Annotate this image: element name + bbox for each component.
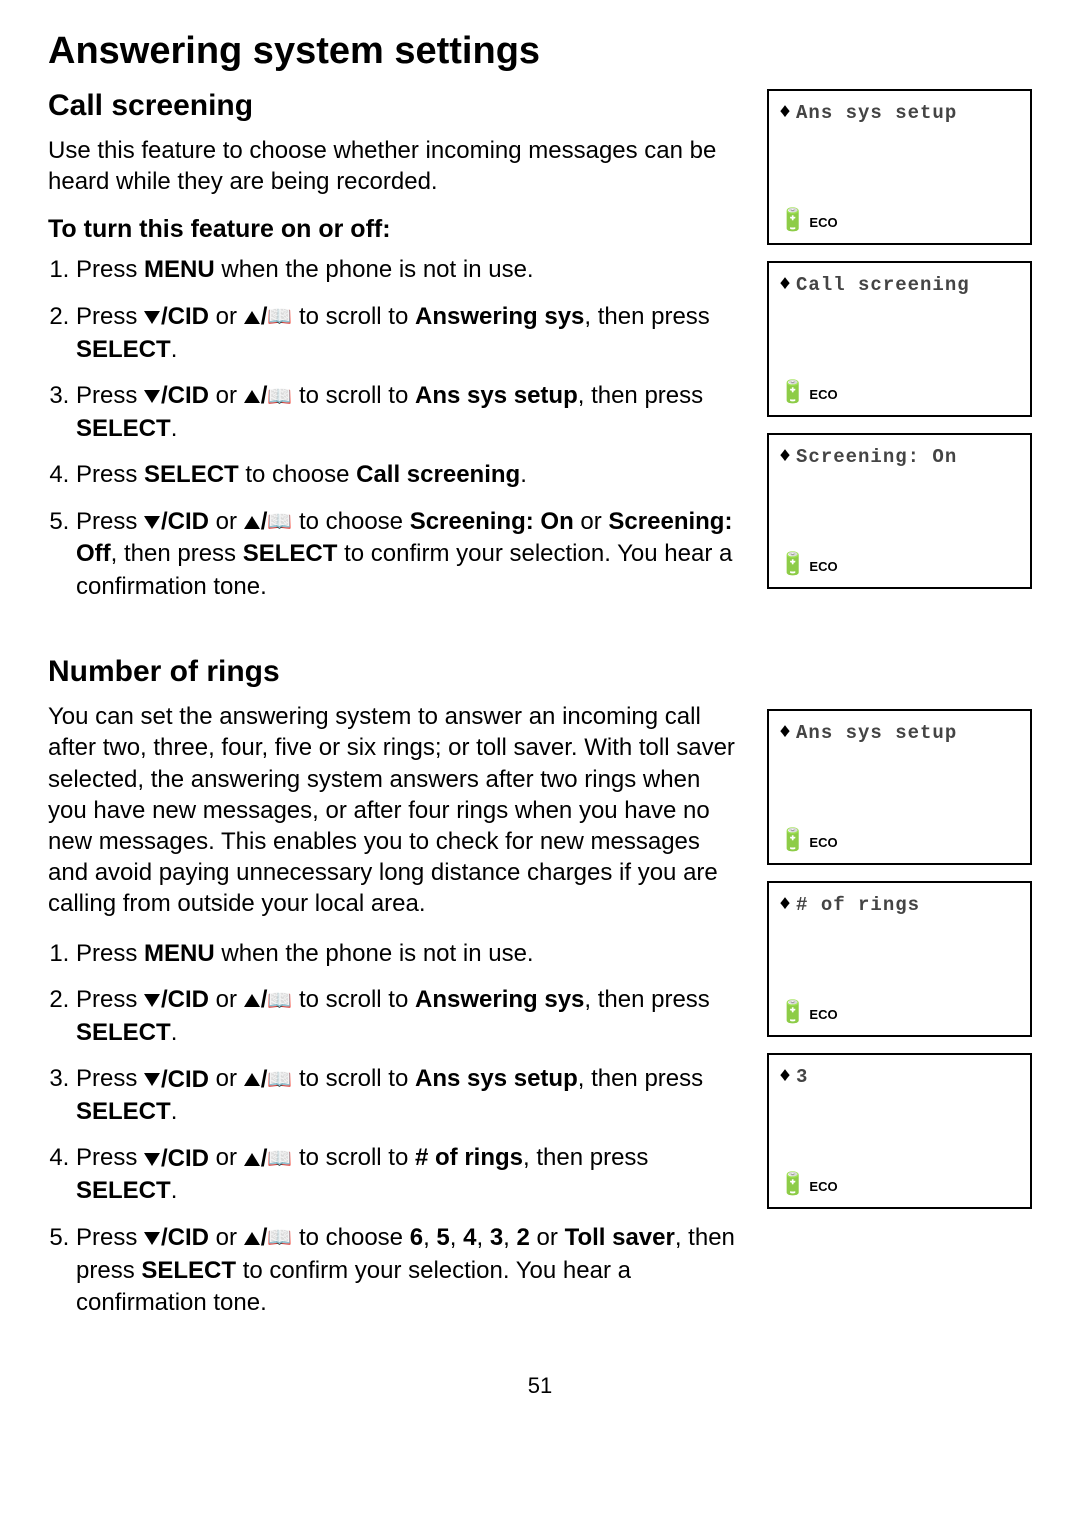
directory-icon: 📖 xyxy=(267,307,292,327)
up-arrow-icon xyxy=(244,1232,260,1245)
step-3: Press /CID or /📖 to scroll to Ans sys se… xyxy=(76,380,737,445)
down-arrow-icon xyxy=(144,1232,160,1245)
down-arrow-icon xyxy=(144,516,160,529)
step-2: Press /CID or /📖 to scroll to Answering … xyxy=(76,301,737,366)
eco-icon: ECO xyxy=(809,1007,837,1022)
down-arrow-icon xyxy=(144,1153,160,1166)
up-arrow-icon xyxy=(244,311,260,324)
scroll-indicator-icon: ♦ xyxy=(779,101,792,124)
battery-icon: 🔋 xyxy=(779,831,806,853)
lcd-screen: ♦# of rings 🔋ECO xyxy=(767,881,1032,1037)
eco-icon: ECO xyxy=(809,559,837,574)
up-arrow-icon xyxy=(244,994,260,1007)
lcd-text: 3 xyxy=(796,1066,808,1088)
down-arrow-icon xyxy=(144,311,160,324)
scroll-indicator-icon: ♦ xyxy=(779,273,792,296)
directory-icon: 📖 xyxy=(267,991,292,1011)
up-arrow-icon xyxy=(244,390,260,403)
intro-number-of-rings: You can set the answering system to answ… xyxy=(48,701,737,919)
directory-icon: 📖 xyxy=(267,1070,292,1090)
steps-number-of-rings: Press MENU when the phone is not in use.… xyxy=(48,938,737,1320)
intro-call-screening: Use this feature to choose whether incom… xyxy=(48,135,737,197)
section-heading-number-of-rings: Number of rings xyxy=(48,655,737,689)
scroll-indicator-icon: ♦ xyxy=(779,1065,792,1088)
eco-icon: ECO xyxy=(809,1179,837,1194)
step-5: Press /CID or /📖 to choose 6, 5, 4, 3, 2… xyxy=(76,1222,737,1320)
lcd-screen: ♦Ans sys setup 🔋ECO xyxy=(767,709,1032,865)
eco-icon: ECO xyxy=(809,835,837,850)
lcd-screen: ♦Ans sys setup 🔋ECO xyxy=(767,89,1032,245)
eco-icon: ECO xyxy=(809,215,837,230)
battery-icon: 🔋 xyxy=(779,211,806,233)
step-2: Press /CID or /📖 to scroll to Answering … xyxy=(76,984,737,1049)
section-heading-call-screening: Call screening xyxy=(48,89,737,123)
lcd-text: Ans sys setup xyxy=(796,102,957,124)
step-1: Press MENU when the phone is not in use. xyxy=(76,254,737,286)
step-4: Press /CID or /📖 to scroll to # of rings… xyxy=(76,1142,737,1207)
lcd-screen: ♦Screening: On 🔋ECO xyxy=(767,433,1032,589)
battery-icon: 🔋 xyxy=(779,555,806,577)
directory-icon: 📖 xyxy=(267,512,292,532)
lcd-screen: ♦Call screening 🔋ECO xyxy=(767,261,1032,417)
page-title: Answering system settings xyxy=(48,30,1032,73)
page-number: 51 xyxy=(48,1373,1032,1399)
up-arrow-icon xyxy=(244,1153,260,1166)
lcd-text: Call screening xyxy=(796,274,970,296)
lcd-text: Screening: On xyxy=(796,446,957,468)
battery-icon: 🔋 xyxy=(779,1003,806,1025)
subheading-toggle: To turn this feature on or off: xyxy=(48,215,737,244)
directory-icon: 📖 xyxy=(267,387,292,407)
step-4: Press SELECT to choose Call screening. xyxy=(76,459,737,491)
battery-icon: 🔋 xyxy=(779,383,806,405)
step-5: Press /CID or /📖 to choose Screening: On… xyxy=(76,506,737,604)
up-arrow-icon xyxy=(244,516,260,529)
lcd-screen: ♦3 🔋ECO xyxy=(767,1053,1032,1209)
scroll-indicator-icon: ♦ xyxy=(779,721,792,744)
down-arrow-icon xyxy=(144,390,160,403)
directory-icon: 📖 xyxy=(267,1228,292,1248)
eco-icon: ECO xyxy=(809,387,837,402)
lcd-text: # of rings xyxy=(796,894,920,916)
down-arrow-icon xyxy=(144,1073,160,1086)
directory-icon: 📖 xyxy=(267,1149,292,1169)
lcd-text: Ans sys setup xyxy=(796,722,957,744)
scroll-indicator-icon: ♦ xyxy=(779,445,792,468)
step-1: Press MENU when the phone is not in use. xyxy=(76,938,737,970)
scroll-indicator-icon: ♦ xyxy=(779,893,792,916)
up-arrow-icon xyxy=(244,1073,260,1086)
battery-icon: 🔋 xyxy=(779,1175,806,1197)
down-arrow-icon xyxy=(144,994,160,1007)
steps-call-screening: Press MENU when the phone is not in use.… xyxy=(48,254,737,603)
step-3: Press /CID or /📖 to scroll to Ans sys se… xyxy=(76,1063,737,1128)
